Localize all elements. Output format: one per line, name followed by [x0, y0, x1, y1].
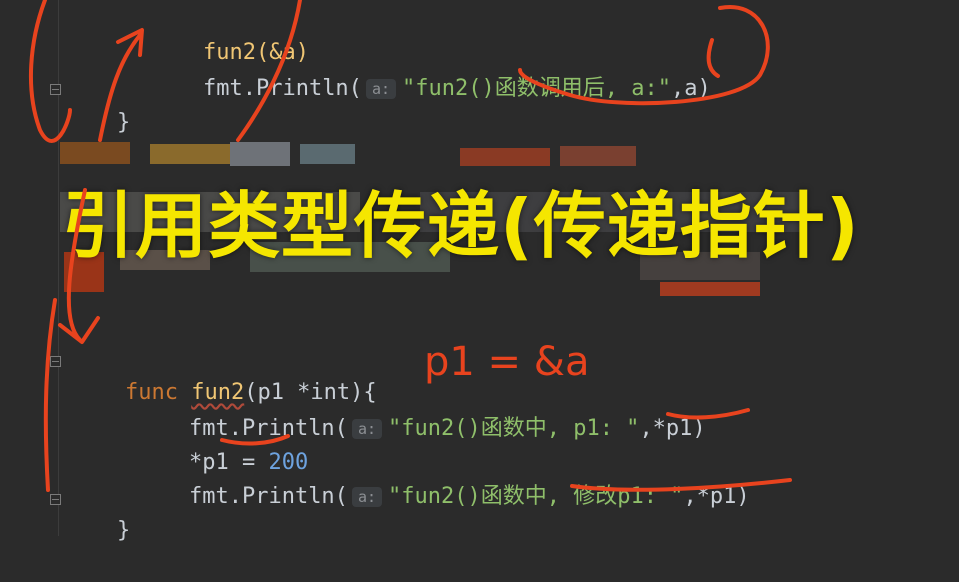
println-suffix: ,*p1) — [683, 484, 750, 509]
code-line-assign[interactable]: *p1 = 200 — [136, 412, 308, 475]
param-hint: a: — [351, 419, 382, 439]
println-prefix: fmt.Println( — [202, 76, 362, 101]
string-literal: "fun2()函数中, p1: " — [388, 416, 640, 441]
fold-marker[interactable] — [50, 356, 61, 367]
code-editor[interactable]: fun2(&a) fmt.Println(a: "fun2()函数调用后, a:"… — [0, 0, 959, 543]
code-line-println-modified[interactable]: fmt.Println(a: "fun2()函数中, 修改p1: ",*p1) — [136, 446, 750, 509]
code-line-println-p1[interactable]: fmt.Println(a: "fun2()函数中, p1: ",*p1) — [136, 378, 706, 441]
param-hint: a: — [351, 487, 382, 507]
close-brace: } — [116, 518, 131, 543]
code-line-func-declaration[interactable]: func fun2(p1 *int){ — [72, 342, 377, 405]
string-literal: "fun2()函数中, 修改p1: " — [388, 484, 684, 509]
code-line-fun2-call[interactable]: fun2(&a) — [150, 2, 309, 65]
println-prefix: fmt.Println( — [188, 484, 348, 509]
param-hint: a: — [365, 79, 396, 99]
println-suffix: ,a) — [670, 76, 711, 101]
fold-marker[interactable] — [50, 84, 61, 95]
code-line-println-after[interactable]: fmt.Println(a: "fun2()函数调用后, a:",a) — [150, 38, 711, 101]
string-literal: "fun2()函数调用后, a:" — [402, 76, 671, 101]
println-suffix: ,*p1) — [639, 416, 706, 441]
overlay-title: 引用类型传递(传递指针) — [62, 184, 860, 268]
code-line-close-brace-2[interactable]: } — [64, 480, 130, 543]
fold-marker[interactable] — [50, 494, 61, 505]
code-line-close-brace[interactable]: } — [64, 72, 130, 135]
